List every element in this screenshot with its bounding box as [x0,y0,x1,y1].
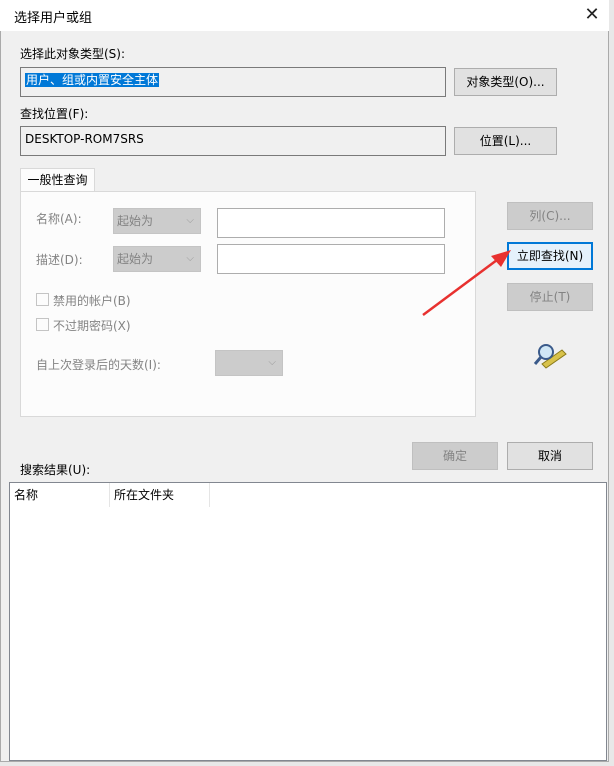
column-header-folder[interactable]: 所在文件夹 [110,483,210,507]
columns-button[interactable]: 列(C)... [507,202,593,230]
object-types-button[interactable]: 对象类型(O)... [454,68,557,96]
locations-button[interactable]: 位置(L)... [454,127,557,155]
window-title: 选择用户或组 [14,11,93,26]
chevron-down-icon: ⌵ [268,357,276,368]
non-expiring-password-checkbox[interactable] [36,318,49,331]
days-since-logon-label: 自上次登录后的天数(I): [36,358,161,372]
location-value: DESKTOP-ROM7SRS [25,132,144,146]
object-type-label: 选择此对象类型(S): [20,47,126,61]
name-mode-select[interactable]: 起始为 ⌵ [113,208,201,234]
description-input[interactable] [217,244,445,274]
ok-button[interactable]: 确定 [412,442,498,470]
name-input[interactable] [217,208,445,238]
location-label: 查找位置(F): [20,107,89,121]
location-field: DESKTOP-ROM7SRS [20,126,446,156]
column-header-name[interactable]: 名称 [10,483,110,507]
tab-general-queries[interactable]: 一般性查询 [20,168,95,192]
close-icon[interactable]: ✕ [580,3,604,27]
non-expiring-password-label: 不过期密码(X) [53,319,131,333]
cancel-button[interactable]: 取消 [507,442,593,470]
search-results-label: 搜索结果(U): [20,463,91,477]
search-results-list[interactable]: 名称 所在文件夹 [9,482,607,761]
name-label: 名称(A): [36,212,82,226]
find-now-button[interactable]: 立即查找(N) [507,242,593,270]
magnifier-icon [532,340,568,370]
days-since-logon-select[interactable]: ⌵ [215,350,283,376]
annotation-arrow [422,250,511,317]
name-mode-value: 起始为 [117,214,154,228]
disabled-accounts-label: 禁用的帐户(B) [53,294,131,308]
stop-button[interactable]: 停止(T) [507,283,593,311]
object-type-value: 用户、组或内置安全主体 [25,73,160,87]
chevron-down-icon: ⌵ [186,215,194,226]
object-type-field: 用户、组或内置安全主体 [20,67,446,97]
chevron-down-icon: ⌵ [186,253,194,264]
description-mode-select[interactable]: 起始为 ⌵ [113,246,201,272]
title-bar[interactable]: 选择用户或组 ✕ [0,0,609,31]
disabled-accounts-checkbox[interactable] [36,293,49,306]
description-mode-value: 起始为 [117,252,154,266]
description-label: 描述(D): [36,253,83,267]
